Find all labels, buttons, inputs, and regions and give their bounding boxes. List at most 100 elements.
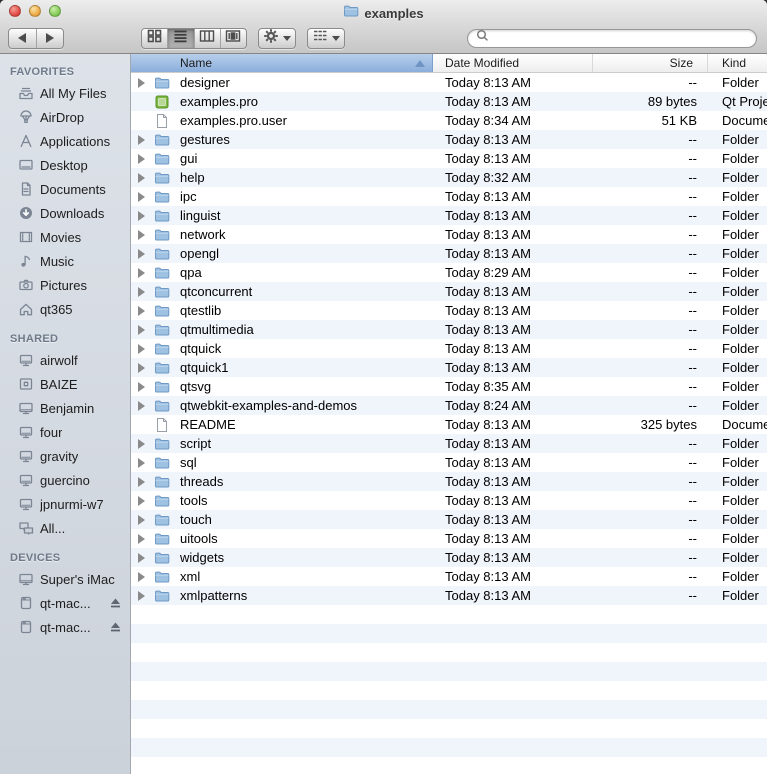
table-row[interactable]: qpa Today 8:29 AM -- Folder — [131, 263, 767, 282]
table-row[interactable]: qtquick1 Today 8:13 AM -- Folder — [131, 358, 767, 377]
sidebar-item-music[interactable]: Music — [0, 249, 130, 273]
sidebar-item-qt365[interactable]: qt365 — [0, 297, 130, 321]
disclosure-triangle-icon[interactable] — [138, 458, 145, 468]
table-row[interactable]: qtwebkit-examples-and-demos Today 8:24 A… — [131, 396, 767, 415]
sidebar-item-pictures[interactable]: Pictures — [0, 273, 130, 297]
disclosure-triangle-icon[interactable] — [138, 230, 145, 240]
sidebar-item-qt-mac[interactable]: qt-mac... — [0, 615, 130, 639]
disclosure-triangle-icon[interactable] — [138, 344, 145, 354]
table-row[interactable]: threads Today 8:13 AM -- Folder — [131, 472, 767, 491]
sidebar-item-documents[interactable]: Documents — [0, 177, 130, 201]
sidebar-item-jpnurmi-w7[interactable]: jpnurmi-w7 — [0, 492, 130, 516]
icon-view-button[interactable] — [142, 29, 167, 48]
table-row[interactable]: xmlpatterns Today 8:13 AM -- Folder — [131, 586, 767, 605]
disclosure-triangle-icon[interactable] — [138, 496, 145, 506]
disclosure-triangle-icon[interactable] — [138, 268, 145, 278]
sidebar-item-qt-mac[interactable]: qt-mac... — [0, 591, 130, 615]
table-row[interactable]: tools Today 8:13 AM -- Folder — [131, 491, 767, 510]
disclosure-triangle-icon[interactable] — [138, 173, 145, 183]
sidebar-item-guercino[interactable]: guercino — [0, 468, 130, 492]
sidebar-item-baize[interactable]: BAIZE — [0, 372, 130, 396]
table-row[interactable]: qtmultimedia Today 8:13 AM -- Folder — [131, 320, 767, 339]
sidebar-item-all[interactable]: All... — [0, 516, 130, 540]
table-row[interactable]: script Today 8:13 AM -- Folder — [131, 434, 767, 453]
eject-button[interactable] — [109, 621, 122, 633]
coverflow-view-button[interactable] — [220, 29, 246, 48]
table-row[interactable]: examples.pro.user Today 8:34 AM 51 KB Do… — [131, 111, 767, 130]
search-input[interactable] — [493, 30, 748, 46]
table-row[interactable]: qtconcurrent Today 8:13 AM -- Folder — [131, 282, 767, 301]
table-row[interactable]: opengl Today 8:13 AM -- Folder — [131, 244, 767, 263]
disclosure-triangle-icon[interactable] — [138, 477, 145, 487]
disclosure-triangle-icon[interactable] — [138, 135, 145, 145]
forward-button[interactable] — [36, 29, 64, 48]
folder-icon — [151, 151, 175, 167]
disclosure-triangle-icon[interactable] — [138, 249, 145, 259]
disclosure-triangle-icon[interactable] — [138, 325, 145, 335]
column-view-button[interactable] — [194, 29, 220, 48]
table-row[interactable]: qtsvg Today 8:35 AM -- Folder — [131, 377, 767, 396]
disclosure-triangle-icon[interactable] — [138, 439, 145, 449]
table-row[interactable]: xml Today 8:13 AM -- Folder — [131, 567, 767, 586]
action-menu-button[interactable] — [258, 28, 296, 49]
disclosure-triangle-icon[interactable] — [138, 553, 145, 563]
table-row[interactable]: touch Today 8:13 AM -- Folder — [131, 510, 767, 529]
eject-icon[interactable] — [109, 597, 122, 609]
network-all-icon — [17, 520, 34, 536]
table-row[interactable]: gui Today 8:13 AM -- Folder — [131, 149, 767, 168]
disclosure-triangle-icon[interactable] — [138, 572, 145, 582]
eject-button[interactable] — [109, 597, 122, 609]
sidebar-item-downloads[interactable]: Downloads — [0, 201, 130, 225]
table-row[interactable]: gestures Today 8:13 AM -- Folder — [131, 130, 767, 149]
disclosure-triangle-icon[interactable] — [138, 287, 145, 297]
sidebar-item-movies[interactable]: Movies — [0, 225, 130, 249]
disclosure-triangle-icon[interactable] — [138, 591, 145, 601]
table-row[interactable]: qtquick Today 8:13 AM -- Folder — [131, 339, 767, 358]
disclosure-triangle-icon[interactable] — [138, 211, 145, 221]
sidebar-item-four[interactable]: four — [0, 420, 130, 444]
sidebar-item-gravity[interactable]: gravity — [0, 444, 130, 468]
table-row[interactable]: widgets Today 8:13 AM -- Folder — [131, 548, 767, 567]
file-date-modified: Today 8:13 AM — [433, 284, 593, 299]
disclosure-triangle-icon[interactable] — [138, 363, 145, 373]
table-row[interactable]: README Today 8:13 AM 325 bytes Docume — [131, 415, 767, 434]
disclosure-triangle-icon[interactable] — [138, 154, 145, 164]
disclosure-triangle-icon[interactable] — [138, 534, 145, 544]
column-header-size[interactable]: Size — [593, 54, 708, 72]
eject-icon[interactable] — [109, 621, 122, 633]
file-kind: Folder — [702, 531, 767, 546]
disclosure-triangle-icon[interactable] — [138, 78, 145, 88]
sidebar-item-benjamin[interactable]: Benjamin — [0, 396, 130, 420]
column-header-name[interactable]: Name — [131, 54, 433, 72]
sidebar-item-applications[interactable]: Applications — [0, 129, 130, 153]
search-field[interactable] — [467, 29, 757, 48]
table-row[interactable]: ipc Today 8:13 AM -- Folder — [131, 187, 767, 206]
list-view-button[interactable] — [167, 29, 193, 48]
disclosure-triangle-icon[interactable] — [138, 382, 145, 392]
disclosure-triangle-icon[interactable] — [138, 306, 145, 316]
column-header-date-modified[interactable]: Date Modified — [433, 54, 593, 72]
table-row[interactable]: designer Today 8:13 AM -- Folder — [131, 73, 767, 92]
disclosure-triangle-icon[interactable] — [138, 515, 145, 525]
sidebar-item-super-s-imac[interactable]: Super's iMac — [0, 567, 130, 591]
table-row[interactable]: linguist Today 8:13 AM -- Folder — [131, 206, 767, 225]
table-row[interactable]: network Today 8:13 AM -- Folder — [131, 225, 767, 244]
disclosure-triangle-icon[interactable] — [138, 192, 145, 202]
document-icon — [154, 113, 170, 129]
sidebar-item-airwolf[interactable]: airwolf — [0, 348, 130, 372]
sidebar-item-desktop[interactable]: Desktop — [0, 153, 130, 177]
sidebar-item-airdrop[interactable]: AirDrop — [0, 105, 130, 129]
table-row[interactable]: sql Today 8:13 AM -- Folder — [131, 453, 767, 472]
disclosure-triangle-icon[interactable] — [138, 401, 145, 411]
table-row[interactable]: examples.pro Today 8:13 AM 89 bytes Qt P… — [131, 92, 767, 111]
file-name: script — [175, 436, 433, 451]
table-row[interactable]: qtestlib Today 8:13 AM -- Folder — [131, 301, 767, 320]
column-header-kind[interactable]: Kind — [708, 54, 767, 72]
back-button[interactable] — [9, 29, 36, 48]
arrange-menu-button[interactable] — [307, 28, 345, 49]
folder-icon — [151, 189, 175, 205]
title-bar[interactable]: examples — [0, 0, 767, 22]
sidebar-item-all-my-files[interactable]: All My Files — [0, 81, 130, 105]
table-row[interactable]: help Today 8:32 AM -- Folder — [131, 168, 767, 187]
table-row[interactable]: uitools Today 8:13 AM -- Folder — [131, 529, 767, 548]
